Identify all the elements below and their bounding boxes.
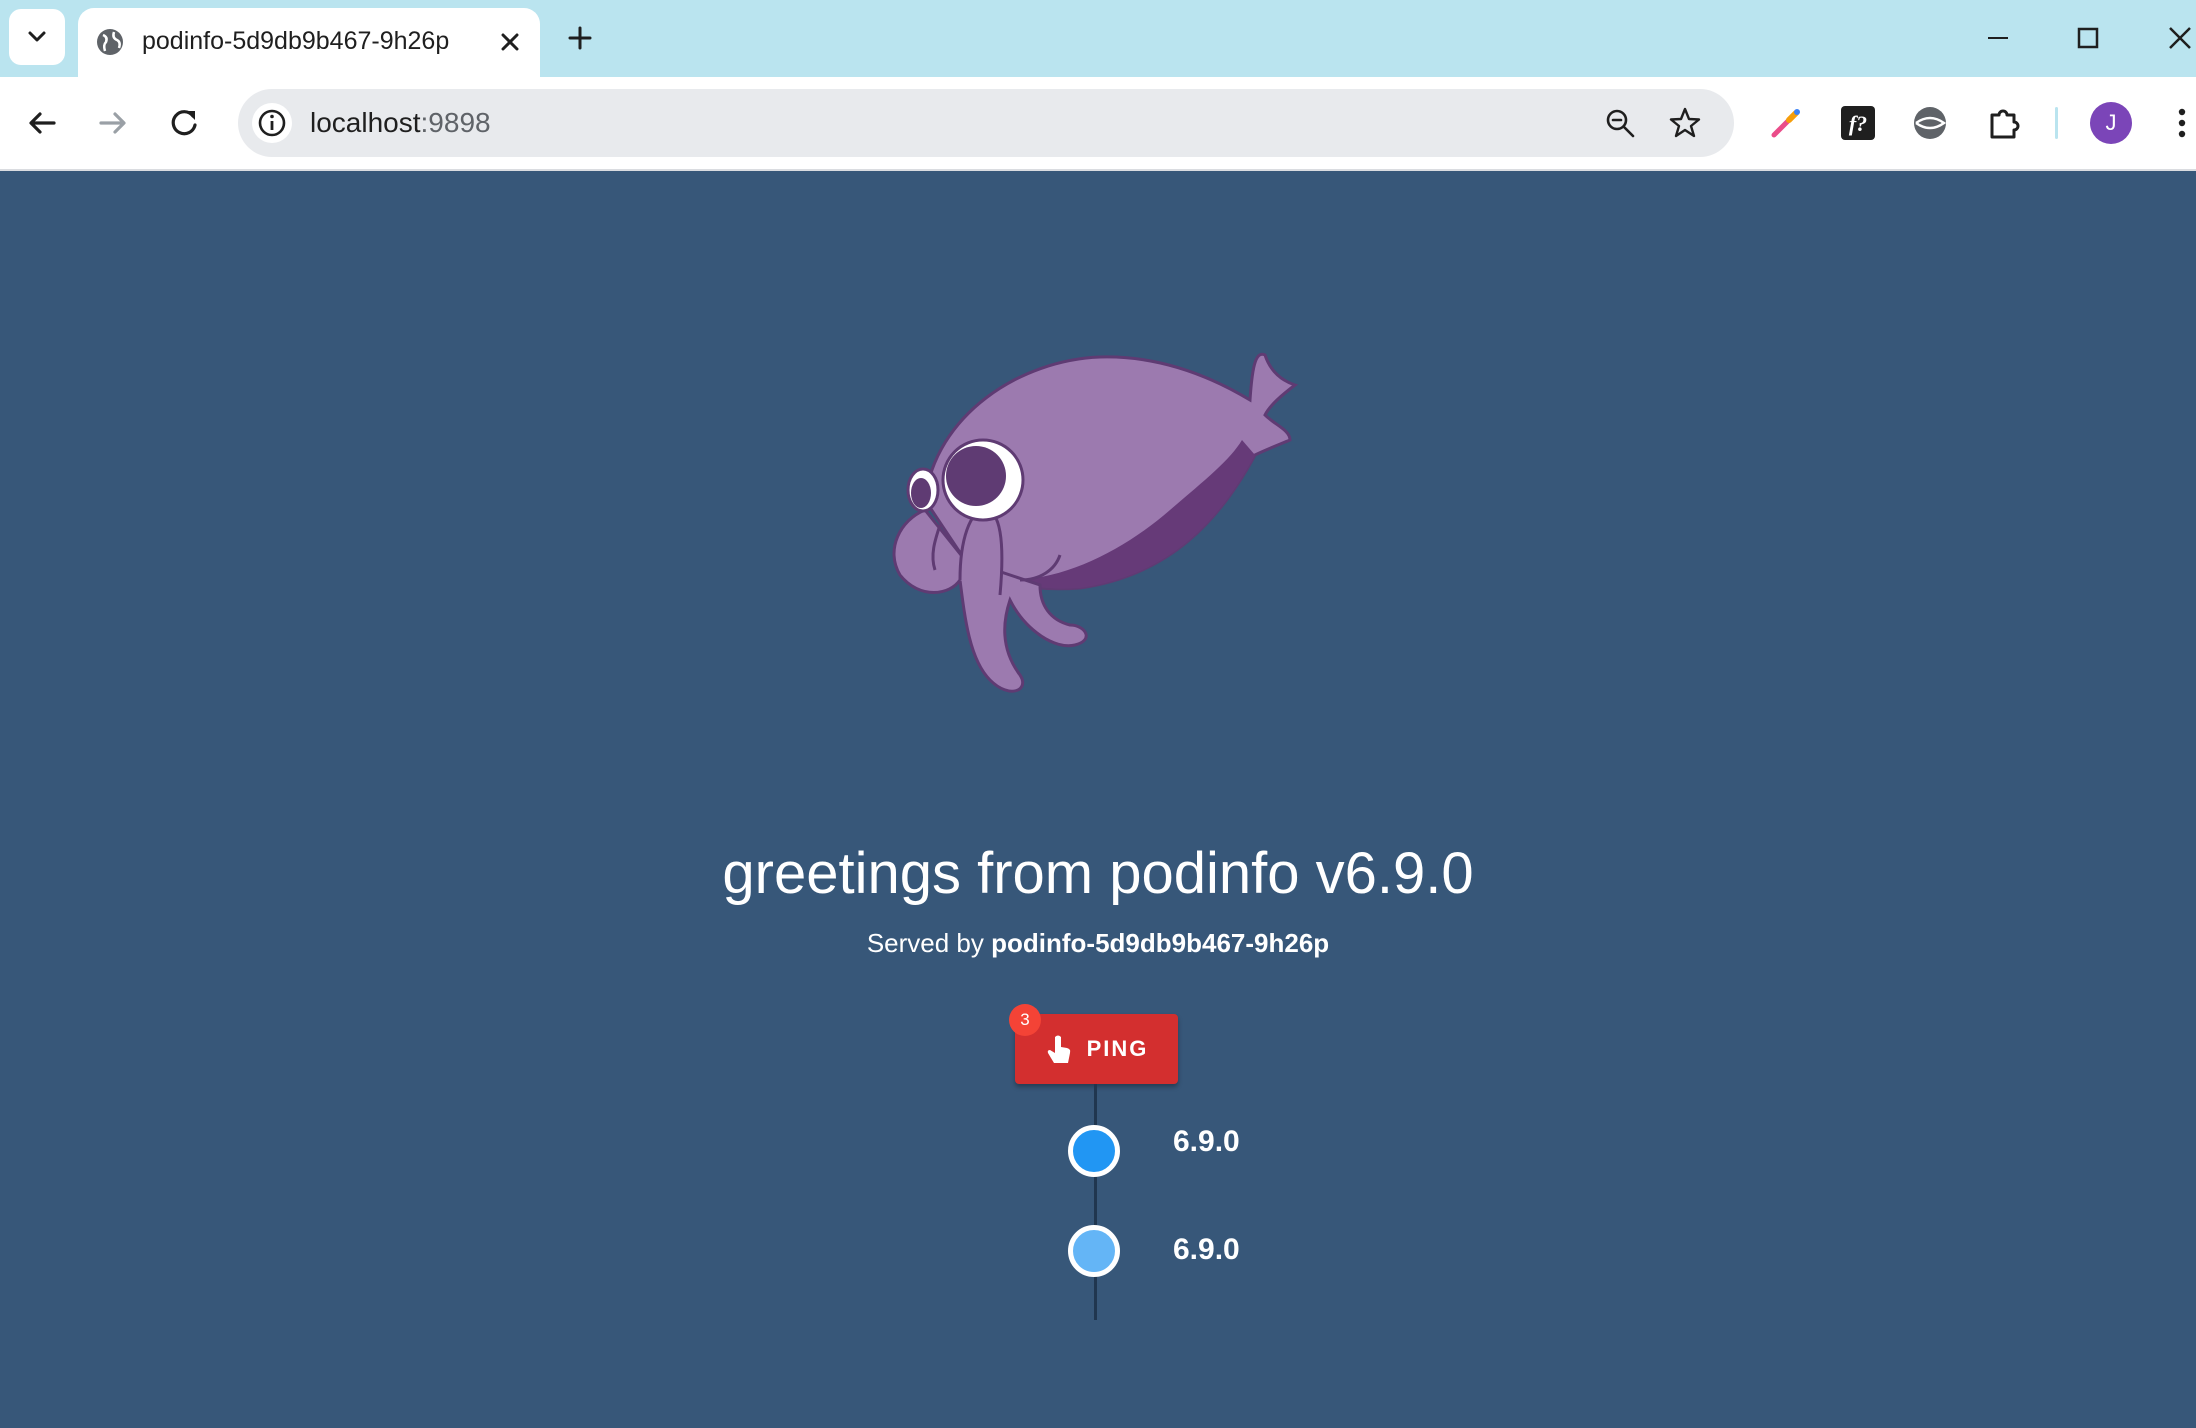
cuttlefish-mascot-image xyxy=(892,352,1299,693)
tab-search-button[interactable] xyxy=(9,9,65,65)
browser-toolbar: localhost:9898 f? J xyxy=(0,77,2196,171)
forward-arrow-icon[interactable] xyxy=(91,101,135,145)
timeline-version-label: 6.9.0 xyxy=(1173,1125,1240,1158)
url-text: localhost:9898 xyxy=(310,107,491,139)
served-by-text: Served by podinfo-5d9db9b467-9h26p xyxy=(0,928,2196,959)
timeline-line xyxy=(1094,1084,1097,1320)
ping-label: PING xyxy=(1086,1036,1149,1061)
tab-title: podinfo-5d9db9b467-9h26p xyxy=(142,27,450,55)
ping-count-badge: 3 xyxy=(1009,1004,1041,1036)
touch-icon xyxy=(1047,1035,1070,1063)
new-tab-icon[interactable] xyxy=(562,20,598,56)
toolbar-separator xyxy=(2055,107,2058,139)
close-window-icon[interactable] xyxy=(2160,18,2196,58)
minimize-icon[interactable] xyxy=(1978,18,2018,58)
site-info-button[interactable] xyxy=(252,103,292,143)
color-picker-extension-icon[interactable] xyxy=(1764,101,1808,145)
timeline-version-label: 6.9.0 xyxy=(1173,1233,1240,1266)
zoom-icon[interactable] xyxy=(1600,103,1640,143)
ping-button[interactable]: 3 PING xyxy=(1009,1004,1178,1084)
served-host: podinfo-5d9db9b467-9h26p xyxy=(991,928,1330,958)
bookmark-star-icon[interactable] xyxy=(1665,103,1705,143)
maximize-icon[interactable] xyxy=(2068,18,2108,58)
chevron-down-icon xyxy=(28,31,46,42)
profile-avatar[interactable]: J xyxy=(2090,102,2132,144)
back-arrow-icon[interactable] xyxy=(20,101,64,145)
page-heading: greetings from podinfo v6.9.0 xyxy=(722,841,1474,906)
close-icon[interactable] xyxy=(496,28,524,56)
timeline-dot xyxy=(1068,1125,1120,1177)
info-icon xyxy=(258,109,286,137)
svg-text:f?: f? xyxy=(1849,111,1867,136)
vpn-extension-icon[interactable] xyxy=(1908,101,1952,145)
address-bar[interactable]: localhost:9898 xyxy=(238,89,1734,157)
timeline-dot xyxy=(1068,1225,1120,1277)
font-extension-icon[interactable]: f? xyxy=(1836,101,1880,145)
more-menu-icon[interactable] xyxy=(2160,101,2196,145)
active-tab[interactable]: podinfo-5d9db9b467-9h26p xyxy=(78,8,540,77)
globe-icon xyxy=(97,29,123,55)
extensions-puzzle-icon[interactable] xyxy=(1982,101,2026,145)
tab-strip: podinfo-5d9db9b467-9h26p xyxy=(0,0,2196,77)
served-prefix: Served by xyxy=(866,928,984,958)
reload-icon[interactable] xyxy=(162,101,206,145)
url-host: localhost xyxy=(310,107,421,138)
url-port: :9898 xyxy=(420,107,491,138)
